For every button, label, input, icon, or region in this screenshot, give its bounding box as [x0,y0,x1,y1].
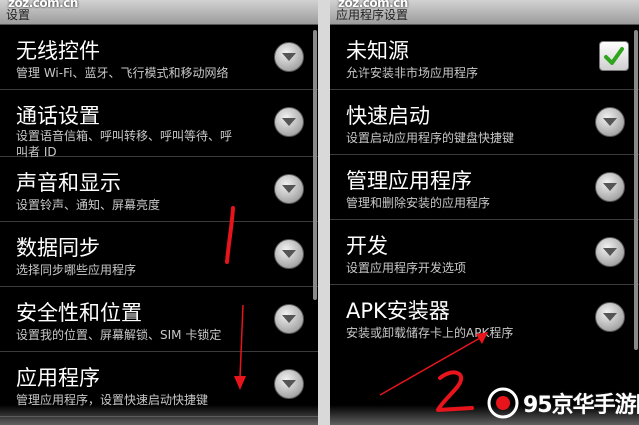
item-description: 设置应用程序开发选项 [346,261,467,275]
watermark: zoz.com.cn [8,0,78,10]
chevron-down-icon [595,237,625,267]
divider [318,0,330,425]
check-icon [604,47,624,65]
watermark: zoz.com.cn [338,0,408,10]
settings-panel: 设置 zoz.com.cn 无线控件 管理 Wi-Fi、蓝牙、飞行模式和移动网络… [0,0,318,425]
item-title: APK安装器 [346,299,450,323]
chevron-down-icon [595,302,625,332]
item-title: 声音和显示 [16,171,121,195]
scrollbar[interactable] [634,30,638,350]
item-description: 设置语音信箱、呼叫转移、呼叫等待、呼叫者 ID [16,129,233,159]
chevron-down-icon [274,239,304,269]
chevron-down-icon [274,107,304,137]
chevron-down-icon [595,107,625,137]
item-title: 未知源 [346,39,409,63]
settings-list: 未知源 允许安装非市场应用程序 快速启动 设置启动应用程序的键盘快捷键 管理应用… [330,25,639,349]
chevron-down-icon [274,174,304,204]
title-bar: 应用程序设置 zoz.com.cn [330,0,639,25]
title-bar: 设置 zoz.com.cn [0,0,318,25]
item-description: 设置我的位置、屏幕解锁、SIM 卡锁定 [16,328,222,342]
chevron-down-icon [274,369,304,399]
item-description: 选择同步哪些应用程序 [16,263,137,277]
item-title: 管理应用程序 [346,169,472,193]
scrollbar[interactable] [313,30,317,300]
settings-item-manage-apps[interactable]: 管理应用程序 管理和删除安装的应用程序 [330,155,639,220]
bottom-shade [0,405,318,425]
item-title: 安全性和位置 [16,301,142,325]
item-title: 无线控件 [16,39,100,63]
settings-item-wireless[interactable]: 无线控件 管理 Wi-Fi、蓝牙、飞行模式和移动网络 [0,25,318,90]
item-description: 设置铃声、通知、屏幕亮度 [16,198,161,212]
settings-item-development[interactable]: 开发 设置应用程序开发选项 [330,220,639,285]
item-title: 开发 [346,234,388,258]
settings-list: 无线控件 管理 Wi-Fi、蓝牙、飞行模式和移动网络 通话设置 设置语音信箱、呼… [0,25,318,417]
settings-item-call[interactable]: 通话设置 设置语音信箱、呼叫转移、呼叫等待、呼叫者 ID [0,90,318,159]
item-title: 应用程序 [16,366,100,390]
site-logo: 95京华手游网 [483,379,639,423]
item-description: 管理 Wi-Fi、蓝牙、飞行模式和移动网络 [16,66,229,80]
settings-item-quick-launch[interactable]: 快速启动 设置启动应用程序的键盘快捷键 [330,90,639,155]
settings-item-unknown-sources[interactable]: 未知源 允许安装非市场应用程序 [330,25,639,90]
settings-item-sound-display[interactable]: 声音和显示 设置铃声、通知、屏幕亮度 [0,157,318,222]
item-description: 允许安装非市场应用程序 [346,66,479,80]
chevron-down-icon [274,304,304,334]
item-description: 安装或卸载储存卡上的APK程序 [346,326,514,340]
app-settings-panel: 应用程序设置 zoz.com.cn 未知源 允许安装非市场应用程序 快速启动 设… [330,0,639,425]
item-description: 管理和删除安装的应用程序 [346,196,491,210]
settings-item-data-sync[interactable]: 数据同步 选择同步哪些应用程序 [0,222,318,287]
item-title: 通话设置 [16,104,100,128]
logo-text: 95京华手游网 [523,393,639,418]
chevron-down-icon [274,42,304,72]
signal-icon [487,387,519,419]
item-title: 数据同步 [16,236,100,260]
checkbox[interactable] [599,41,629,71]
settings-item-apk-installer[interactable]: APK安装器 安装或卸载储存卡上的APK程序 [330,285,639,349]
chevron-down-icon [595,172,625,202]
item-description: 设置启动应用程序的键盘快捷键 [346,131,515,145]
settings-item-security[interactable]: 安全性和位置 设置我的位置、屏幕解锁、SIM 卡锁定 [0,287,318,352]
item-title: 快速启动 [346,104,430,128]
